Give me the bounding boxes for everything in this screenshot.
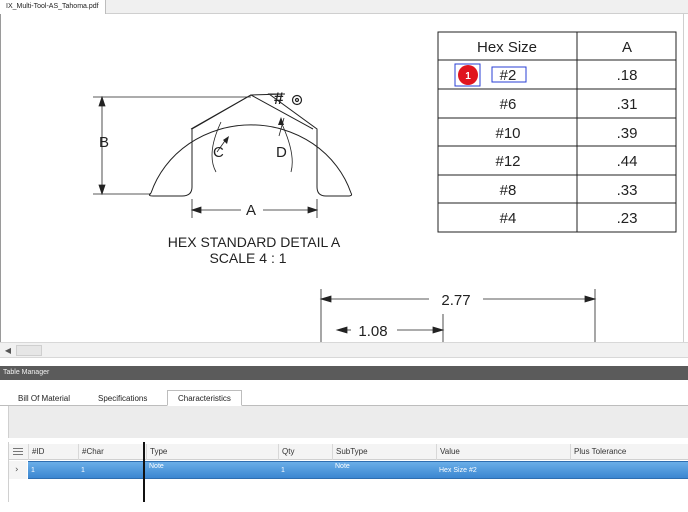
table-manager-title: Table Manager [0, 366, 688, 380]
row-chevron-icon[interactable]: › [15, 461, 19, 479]
hex-table-cell: #8 [500, 182, 517, 199]
column-header-plus-tolerance[interactable]: Plus Tolerance [570, 444, 688, 460]
characteristics-grid: #ID #Char Type Qty SubType Value Plus To… [8, 442, 688, 502]
horizontal-scrollbar[interactable]: ◀ [0, 342, 688, 358]
dim-partial-label: 1.08 [358, 323, 387, 340]
scroll-left-arrow-icon[interactable]: ◀ [2, 345, 14, 356]
balloon-hash-label: # [274, 89, 284, 108]
hex-table-header-a: A [622, 39, 632, 56]
hex-table-cell: .39 [617, 125, 638, 142]
document-tab-bar: IX_Multi-Tool-AS_Tahoma.pdf [0, 0, 688, 14]
detail-title: HEX STANDARD DETAIL A [168, 234, 341, 250]
detail-scale: SCALE 4 : 1 [209, 250, 286, 266]
column-splitter[interactable] [143, 442, 145, 502]
hex-table-cell: .44 [617, 153, 638, 170]
cell-plus-tolerance [570, 462, 688, 480]
column-header-char[interactable]: #Char [78, 444, 144, 460]
dim-label-a: A [246, 202, 256, 219]
hex-detail-profile [148, 93, 353, 197]
column-header-type[interactable]: Type [146, 444, 278, 460]
column-header-qty[interactable]: Qty [278, 444, 332, 460]
grid-header: #ID #Char Type Qty SubType Value Plus To… [9, 444, 688, 460]
dimension-b [93, 95, 251, 196]
column-header-id[interactable]: #ID [28, 444, 78, 460]
hex-table-cell: #6 [500, 96, 517, 113]
hex-table-cell: .23 [617, 210, 638, 227]
hex-table-cell: .18 [617, 67, 638, 84]
panel-gap [0, 358, 688, 366]
scrollbar-thumb[interactable] [16, 345, 42, 356]
drawing-viewer[interactable]: B C D A # HEX STANDARD DETAIL A SCALE 4 … [0, 14, 684, 342]
dim-label-c: C [213, 144, 224, 161]
cell-type: Note [149, 463, 164, 470]
tab-specifications[interactable]: Specifications [88, 392, 157, 406]
hex-table-cell: .33 [617, 182, 638, 199]
characteristic-marker-number: 1 [465, 71, 471, 82]
column-header-value[interactable]: Value [436, 444, 570, 460]
cell-char: 1 [81, 467, 85, 474]
dimension-arrows [223, 117, 284, 144]
table-toolbar-area [8, 406, 688, 438]
hex-table-header-size: Hex Size [477, 39, 537, 56]
tab-bill-of-material[interactable]: Bill Of Material [8, 392, 80, 406]
tab-characteristics[interactable]: Characteristics [167, 390, 242, 406]
dim-overall-label: 2.77 [441, 292, 470, 309]
hex-table-cell: #10 [495, 125, 520, 142]
table-manager-panel: Bill Of Material Specifications Characte… [0, 380, 688, 512]
document-tab[interactable]: IX_Multi-Tool-AS_Tahoma.pdf [0, 0, 106, 14]
column-header-subtype[interactable]: SubType [332, 444, 436, 460]
cell-value: Hex Size #2 [439, 467, 477, 474]
cell-id: 1 [31, 467, 35, 474]
drawing-canvas[interactable]: B C D A # HEX STANDARD DETAIL A SCALE 4 … [1, 14, 684, 342]
row-indicator[interactable]: › [9, 461, 27, 479]
dimension-partial [335, 314, 445, 342]
hex-size-table: Hex Size A #2 .18 #6 .31 #10 .39 #12 .44… [437, 31, 677, 233]
dim-label-d: D [276, 144, 287, 161]
table-row[interactable]: 1 1 Note 1 Note Hex Size #2 [28, 461, 688, 479]
hex-table-cell: .31 [617, 96, 638, 113]
app-window: IX_Multi-Tool-AS_Tahoma.pdf B C D A # HE… [0, 0, 688, 512]
hex-table-cell: #4 [500, 210, 517, 227]
hex-table-cell: #12 [495, 153, 520, 170]
dim-label-b: B [99, 134, 109, 151]
table-manager-tabs: Bill Of Material Specifications Characte… [0, 388, 688, 406]
cell-subtype: Note [335, 463, 350, 470]
balloon-circle-icon [291, 94, 303, 106]
cell-qty: 1 [281, 467, 285, 474]
column-menu-icon[interactable] [13, 448, 23, 456]
hex-table-cell: #2 [500, 67, 517, 84]
